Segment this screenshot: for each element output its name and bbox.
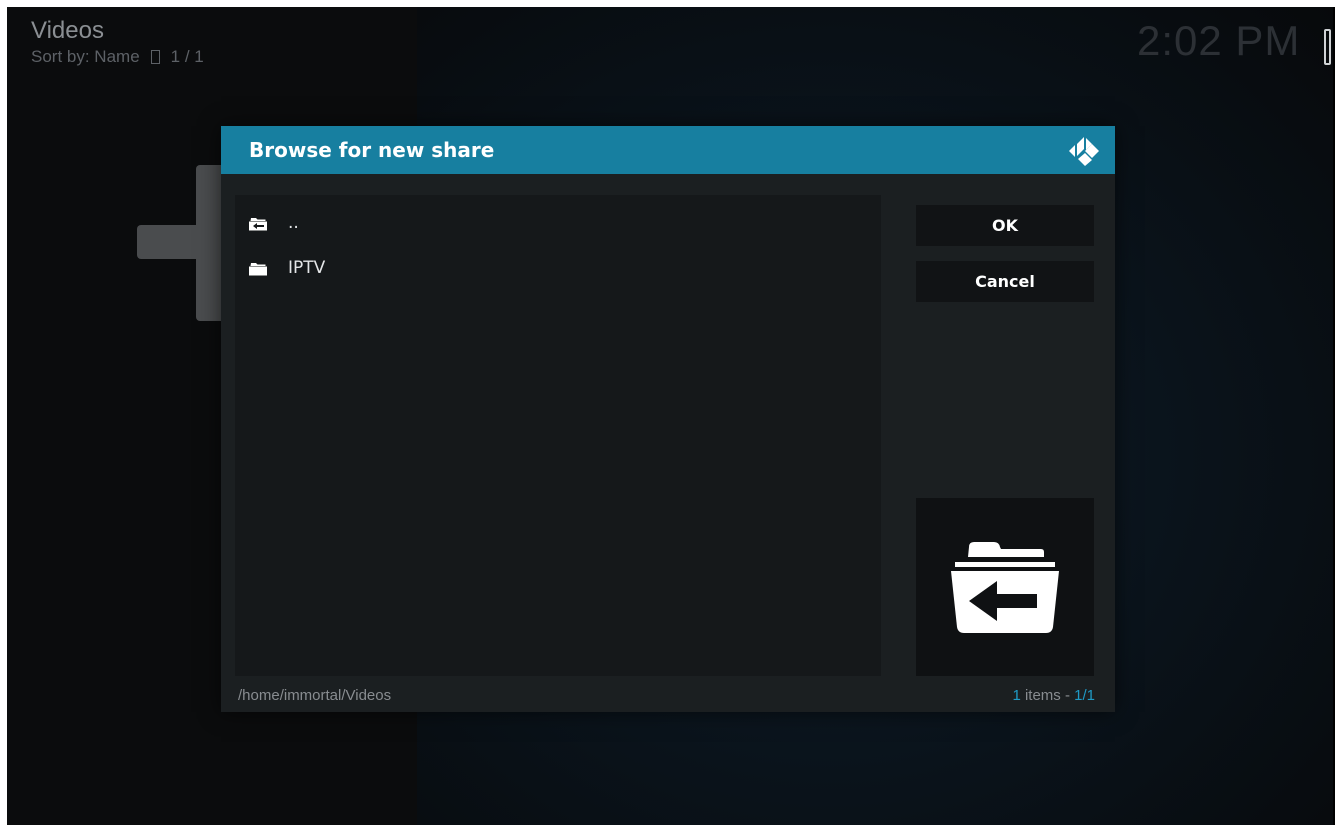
file-list[interactable]: .. IPTV [235, 195, 881, 676]
item-count-text: items - [1020, 687, 1075, 704]
sort-label: Sort by: Name [31, 47, 140, 66]
page-indicator: 1 / 1 [170, 47, 204, 66]
cancel-button[interactable]: Cancel [916, 261, 1094, 302]
sort-direction-icon [150, 50, 160, 64]
page-title: Videos [31, 17, 104, 44]
ok-button[interactable]: OK [916, 205, 1094, 246]
dialog-header: Browse for new share [221, 126, 1115, 174]
folder-back-icon [951, 542, 1059, 633]
sort-info: Sort by: Name 1 / 1 [31, 47, 204, 67]
folder-back-icon [248, 215, 270, 231]
screen-border [1333, 7, 1335, 825]
kodi-screen: Videos Sort by: Name 1 / 1 2:02 PM Brows… [7, 7, 1334, 825]
page-count: 1/1 [1074, 687, 1095, 704]
cursor-icon [1324, 29, 1331, 65]
list-item-label: IPTV [288, 258, 326, 278]
item-count-number: 1 [1012, 687, 1021, 704]
list-item-iptv[interactable]: IPTV [235, 248, 881, 288]
current-path: /home/immortal/Videos [238, 687, 392, 704]
dialog-title: Browse for new share [249, 138, 495, 162]
browse-dialog: Browse for new share .. IPTV OK Cancel /… [221, 126, 1115, 712]
folder-icon [248, 260, 270, 276]
clock: 2:02 PM [1137, 17, 1301, 64]
kodi-logo-icon [1069, 137, 1099, 166]
list-item-label: .. [288, 213, 299, 233]
list-item-parent[interactable]: .. [235, 203, 881, 243]
item-thumbnail [916, 498, 1094, 676]
item-count: 1 items - 1/1 [1012, 687, 1095, 704]
